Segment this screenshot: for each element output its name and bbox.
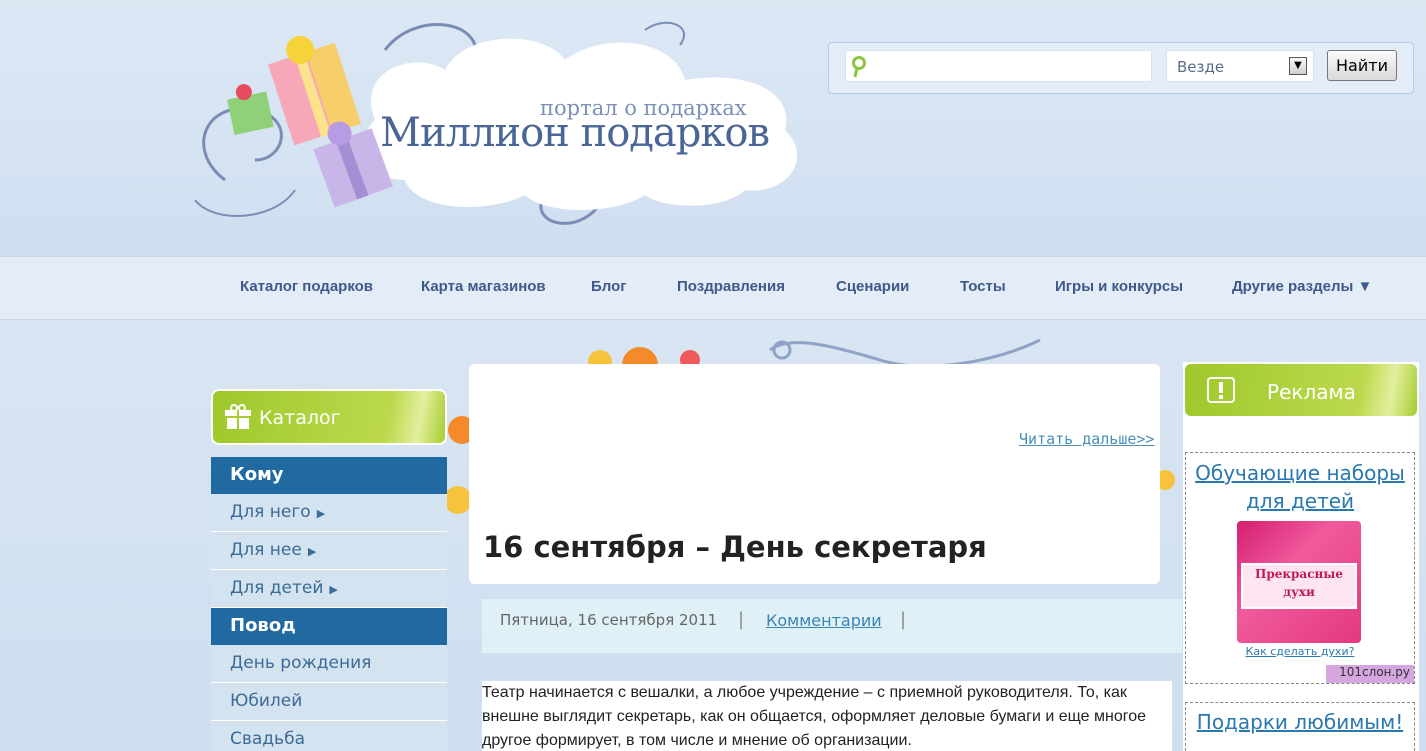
catalog-item-label: Для детей <box>230 578 324 598</box>
ad-title-link[interactable]: Обучающие наборы для детей <box>1186 459 1414 515</box>
nav-item-toasts[interactable]: Тосты <box>960 278 1006 295</box>
ad-block[interactable]: Обучающие наборы для детей Прекрасные ду… <box>1185 452 1415 684</box>
meta-divider: | <box>738 609 745 630</box>
search-input[interactable] <box>845 50 1152 82</box>
logo-title: Миллион подарков <box>380 110 770 156</box>
catalog-sidebar: Каталог Кому Для него ▶ Для нее ▶ Для дете… <box>211 389 447 751</box>
ads-header: Реклама <box>1183 362 1419 418</box>
nav-item-greetings[interactable]: Поздравления <box>677 278 785 295</box>
comments-link[interactable]: Комментарии <box>766 611 882 630</box>
site-logo[interactable]: портал о подарках Миллион подарков <box>185 10 815 240</box>
search-scope-value: Везде <box>1177 58 1225 76</box>
ad-image[interactable]: Прекрасные духи <box>1237 521 1361 643</box>
article-meta: Пятница, 16 сентября 2011 | Комментарии … <box>482 599 1182 653</box>
catalog-item-label: Для него <box>230 502 311 522</box>
catalog-item-for-kids[interactable]: Для детей ▶ <box>211 570 447 608</box>
ad-caption-link[interactable]: Как сделать духи? <box>1186 645 1414 658</box>
search-scope-select[interactable]: Везде ▼ <box>1166 50 1314 82</box>
catalog-item-for-her[interactable]: Для нее ▶ <box>211 532 447 570</box>
chevron-down-icon[interactable]: ▼ <box>1289 57 1307 75</box>
catalog-item-wedding[interactable]: Свадьба <box>211 721 447 751</box>
chevron-right-icon: ▶ <box>307 545 317 558</box>
nav-item-scenarios[interactable]: Сценарии <box>836 278 909 295</box>
nav-item-shops-map[interactable]: Карта магазинов <box>421 278 546 295</box>
catalog-title: Каталог <box>259 407 341 429</box>
article-date: Пятница, 16 сентября 2011 <box>500 611 718 629</box>
read-more-link[interactable]: Читать дальше>> <box>1019 430 1154 448</box>
meta-divider: | <box>900 609 907 630</box>
catalog-item-anniversary[interactable]: Юбилей <box>211 683 447 721</box>
search-form: Везде ▼ Найти <box>828 42 1414 94</box>
ad-image-text: Прекрасные духи <box>1241 563 1357 609</box>
nav-item-catalog[interactable]: Каталог подарков <box>240 278 373 295</box>
gift-icon <box>225 404 251 434</box>
site-header: портал о подарках Миллион подарков Везде… <box>0 0 1426 256</box>
nav-item-other-sections[interactable]: Другие разделы ▼ <box>1232 278 1372 295</box>
nav-item-games[interactable]: Игры и конкурсы <box>1055 278 1183 295</box>
search-button[interactable]: Найти <box>1327 50 1397 81</box>
ads-title: Реклама <box>1267 380 1356 404</box>
catalog-section-whom[interactable]: Кому <box>211 457 447 494</box>
catalog-section-occasion[interactable]: Повод <box>211 608 447 645</box>
chevron-right-icon: ▶ <box>329 583 338 596</box>
chevron-right-icon: ▶ <box>316 507 326 520</box>
nav-item-blog[interactable]: Блог <box>591 278 627 295</box>
catalog-item-label: Для нее <box>230 540 302 560</box>
ad2-title-link[interactable]: Подарки любимым! <box>1186 710 1414 734</box>
article-body: Театр начинается с вешалки, а любое учре… <box>482 681 1172 751</box>
catalog-item-birthday[interactable]: День рождения <box>211 645 447 683</box>
ad-brand[interactable]: 101слон.ру <box>1326 665 1414 683</box>
catalog-header: Каталог <box>211 389 447 445</box>
search-icon <box>851 55 869 79</box>
exclamation-icon <box>1207 377 1235 407</box>
main-nav: Каталог подарков Карта магазинов Блог По… <box>0 256 1426 320</box>
ad-block-2[interactable]: Подарки любимым! <box>1185 702 1415 751</box>
catalog-item-for-him[interactable]: Для него ▶ <box>211 494 447 532</box>
article-title[interactable]: 16 сентября – День секретаря <box>483 530 987 564</box>
